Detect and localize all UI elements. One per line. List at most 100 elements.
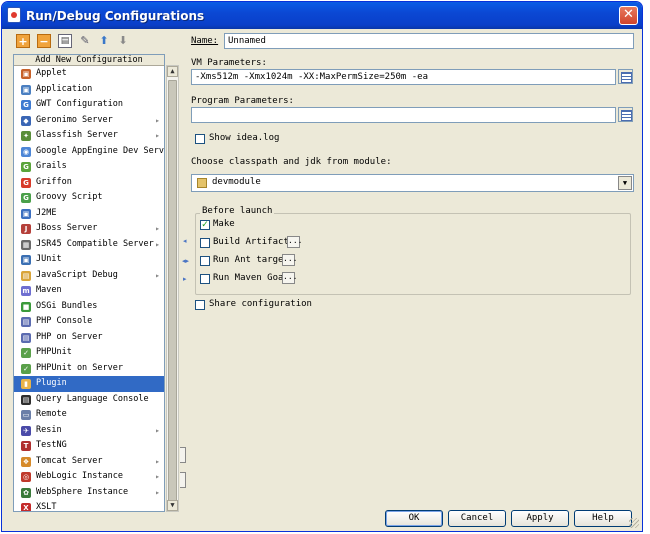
tree-item[interactable]: ■ OSGi Bundles [14,299,164,315]
appengine-icon: ◉ [21,146,31,157]
close-button[interactable]: ✕ [619,6,638,25]
add-new-configuration-popup: Add New Configuration ▣ Applet ▣ Applicatio… [13,54,165,512]
move-up-icon[interactable]: ⬆ [97,34,111,48]
tree-item[interactable]: G Groovy Script [14,190,164,206]
ant-target-settings-button[interactable]: ... [282,254,297,266]
tree-item-label: JavaScript Debug [36,269,118,280]
run-ant-target-label: Run Ant target [213,255,289,265]
tree-item-label: Plugin [36,378,67,388]
tree-item-label: Google AppEngine Dev Server [36,145,165,156]
tree-item-label: WebSphere Instance [36,486,129,497]
program-parameters-field[interactable] [191,107,616,123]
run-ant-target-checkbox[interactable] [200,256,210,266]
tree-item-label: Remote [36,409,67,419]
applet-icon: ▣ [21,69,31,79]
add-configuration-icon[interactable]: + [16,34,30,48]
build-artifacts-settings-button[interactable]: ... [287,236,302,248]
tree-item[interactable]: ▤ PHP Console [14,314,164,330]
tree-item[interactable]: ✿ WebSphere Instance ▸ [14,485,164,501]
tree-item[interactable]: ▭ Remote [14,407,164,423]
expand-right-icon[interactable]: ▸ [183,275,187,283]
share-configuration-checkbox[interactable] [195,300,205,310]
tree-item[interactable]: ▣ Application [14,82,164,98]
cancel-button[interactable]: Cancel [448,510,506,527]
tree-item[interactable]: G Grails [14,159,164,175]
submenu-arrow-icon: ▸ [155,270,160,280]
splitter-handle-icon[interactable]: ◂▸ [182,257,189,265]
vm-parameters-field[interactable]: -Xms512m -Xmx1024m -XX:MaxPermSize=250m … [191,69,616,85]
tree-item[interactable]: X XSLT [14,500,164,511]
submenu-arrow-icon: ▸ [155,472,160,481]
tree-item-label: Glassfish Server [36,130,118,140]
expand-program-parameters-icon[interactable] [618,107,633,122]
glassfish-icon: ✦ [21,131,31,141]
application-icon: ▣ [21,84,31,95]
tree-item[interactable]: ▣ Applet [14,66,164,82]
tree-item[interactable]: ✓ PHPUnit on Server [14,361,164,377]
help-button[interactable]: Help [574,510,632,527]
tree-item[interactable]: T TestNG [14,438,164,454]
show-idea-log-checkbox[interactable] [195,134,205,144]
tree-item-label: GWT Configuration [36,99,123,109]
tree-item[interactable]: ▣ J2ME [14,206,164,222]
submenu-arrow-icon: ▸ [155,131,160,140]
tree-item[interactable]: ✦ Glassfish Server ▸ [14,128,164,144]
collapse-left-icon[interactable]: ◂ [183,237,187,245]
tree-item[interactable]: ◎ WebLogic Instance ▸ [14,469,164,485]
ok-button[interactable]: OK [385,510,443,527]
submenu-arrow-icon: ▸ [155,115,160,125]
move-down-icon[interactable]: ⬇ [116,34,130,48]
scroll-down-icon[interactable]: ▼ [167,500,178,511]
tree-item[interactable]: ▮ Plugin [14,376,164,392]
tree-item[interactable]: J JBoss Server ▸ [14,221,164,237]
tree-item[interactable]: ❖ Tomcat Server ▸ [14,454,164,470]
tree-item-label: PHPUnit on Server [36,362,123,373]
module-select[interactable]: devmodule ▼ [191,174,634,192]
tree-item[interactable]: ✈ Resin ▸ [14,423,164,439]
chevron-down-icon[interactable]: ▼ [618,176,632,190]
tree-item[interactable]: ▤ PHP on Server [14,330,164,346]
tree-item[interactable]: ▤ JavaScript Debug ▸ [14,268,164,284]
scroll-thumb[interactable] [168,80,177,510]
tree-item[interactable]: ▣ JUnit [14,252,164,268]
copy-configuration-icon[interactable]: ▤ [58,34,72,48]
apply-button[interactable]: Apply [511,510,569,527]
tree-item[interactable]: m Maven [14,283,164,299]
show-idea-log-label: Show idea.log [209,133,280,143]
tree-item-label: Applet [36,68,67,78]
run-maven-goal-checkbox[interactable] [200,274,210,284]
geronimo-icon: ◆ [21,115,31,126]
tomcat-icon: ❖ [21,456,31,467]
tree-item[interactable]: ◉ Google AppEngine Dev Server [14,144,164,160]
php-console-icon: ▤ [21,317,31,327]
name-field[interactable]: Unnamed [224,33,634,49]
make-label: Make [213,219,235,229]
tree-item[interactable]: ▦ JSR45 Compatible Server ▸ [14,237,164,253]
tree-item[interactable]: ▤ Query Language Console [14,392,164,408]
tree-item[interactable]: G Griffon [14,175,164,191]
tree-item[interactable]: ✓ PHPUnit [14,345,164,361]
phpunit-icon: ✓ [21,348,31,358]
grails-icon: G [21,162,31,172]
panel-splitter[interactable]: ◂ ◂▸ ▸ [182,237,189,289]
hidden-panel-edge [180,447,186,463]
tree-item-label: TestNG [36,440,67,450]
php-server-icon: ▤ [21,332,31,343]
build-artifacts-checkbox[interactable] [200,238,210,248]
remove-configuration-icon[interactable]: − [37,34,51,48]
edit-defaults-icon[interactable]: ✎ [78,34,92,48]
run-maven-goal-label: Run Maven Goal [213,273,289,283]
tree-item-label: Grails [36,161,67,171]
hidden-panel-edge [180,472,186,488]
tree-item-label: Geronimo Server [36,114,113,125]
tree-item-label: WebLogic Instance [36,471,123,481]
scroll-up-icon[interactable]: ▲ [167,66,178,77]
resize-grip[interactable] [629,518,639,528]
tree-item[interactable]: G GWT Configuration [14,97,164,113]
make-checkbox[interactable]: ✓ [200,220,210,230]
tree-scrollbar[interactable]: ▲ ▼ [166,65,179,512]
expand-vm-parameters-icon[interactable] [618,69,633,84]
tree-item[interactable]: ◆ Geronimo Server ▸ [14,113,164,129]
griffon-icon: G [21,177,31,188]
maven-goal-settings-button[interactable]: ... [282,272,297,284]
